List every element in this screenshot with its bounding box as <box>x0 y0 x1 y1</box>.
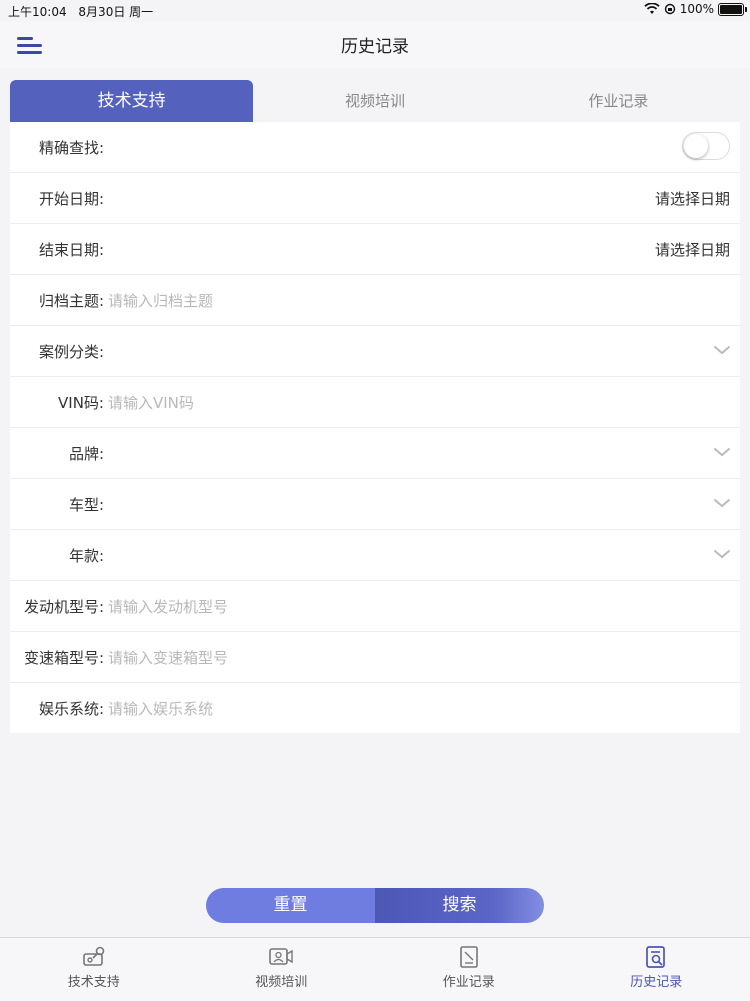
start-date-label: 开始日期: <box>10 188 104 209</box>
tabbar-label: 视频培训 <box>188 971 376 990</box>
tabbar-label: 技术支持 <box>0 971 188 990</box>
engine-model-input[interactable]: 请输入发动机型号 <box>108 596 228 617</box>
tab-tech-support[interactable]: 技术支持 <box>10 80 253 122</box>
tab-video-training[interactable]: 视频培训 <box>253 80 496 122</box>
chevron-down-icon[interactable] <box>712 445 732 459</box>
archive-subject-input[interactable]: 请输入归档主题 <box>108 290 213 311</box>
chevron-down-icon[interactable] <box>712 343 732 357</box>
chevron-down-icon[interactable] <box>712 496 732 510</box>
nav-bar: 历史记录 <box>0 22 750 68</box>
start-date-picker[interactable]: 请选择日期 <box>655 188 730 209</box>
orientation-lock-icon <box>664 3 676 15</box>
toggle-knob <box>684 134 708 158</box>
search-form: 精确查找: 开始日期: 请选择日期 结束日期: 请选择日期 归档主题: 请输入归… <box>10 122 740 733</box>
tabbar-item-history[interactable]: 历史记录 <box>563 938 750 1001</box>
tabbar-item-work-record[interactable]: 作业记录 <box>375 938 563 1001</box>
row-entertainment: 娱乐系统: 请输入娱乐系统 <box>10 683 740 733</box>
model-label: 车型: <box>10 494 104 515</box>
row-engine-model: 发动机型号: 请输入发动机型号 <box>10 581 740 632</box>
tabbar-item-video-training[interactable]: 视频培训 <box>188 938 376 1001</box>
end-date-picker[interactable]: 请选择日期 <box>655 239 730 260</box>
status-right: 100% <box>644 2 744 16</box>
row-case-category[interactable]: 案例分类: <box>10 326 740 377</box>
row-brand[interactable]: 品牌: <box>10 428 740 479</box>
row-end-date[interactable]: 结束日期: 请选择日期 <box>10 224 740 275</box>
tabbar-label: 历史记录 <box>563 971 750 990</box>
entertainment-label: 娱乐系统: <box>10 698 104 719</box>
battery-percent: 100% <box>680 2 714 16</box>
row-gearbox-model: 变速箱型号: 请输入变速箱型号 <box>10 632 740 683</box>
gearbox-model-input[interactable]: 请输入变速箱型号 <box>108 647 228 668</box>
entertainment-input[interactable]: 请输入娱乐系统 <box>108 698 213 719</box>
status-time: 上午10:04 <box>8 5 67 19</box>
tech-support-icon <box>82 946 106 968</box>
row-vin: VIN码: 请输入VIN码 <box>10 377 740 428</box>
status-date: 8月30日 周一 <box>78 5 153 19</box>
year-label: 年款: <box>10 545 104 566</box>
reset-button[interactable]: 重置 <box>206 888 375 923</box>
row-model[interactable]: 车型: <box>10 479 740 530</box>
work-record-icon <box>457 946 481 968</box>
archive-subject-label: 归档主题: <box>10 290 104 311</box>
video-training-icon <box>269 946 293 968</box>
bottom-tab-bar: 技术支持 视频培训 作业记录 历史记录 <box>0 937 750 1001</box>
row-archive-subject: 归档主题: 请输入归档主题 <box>10 275 740 326</box>
row-exact-search: 精确查找: <box>10 122 740 173</box>
gearbox-model-label: 变速箱型号: <box>10 647 104 668</box>
exact-search-label: 精确查找: <box>10 137 104 158</box>
history-icon <box>644 946 668 968</box>
tabbar-item-tech-support[interactable]: 技术支持 <box>0 938 188 1001</box>
row-year[interactable]: 年款: <box>10 530 740 581</box>
action-buttons: 重置 搜索 <box>206 888 544 923</box>
page-title: 历史记录 <box>0 32 750 57</box>
battery-icon <box>718 3 744 16</box>
chevron-down-icon[interactable] <box>712 547 732 561</box>
tabbar-label: 作业记录 <box>375 971 563 990</box>
vin-label: VIN码: <box>10 392 104 413</box>
end-date-label: 结束日期: <box>10 239 104 260</box>
engine-model-label: 发动机型号: <box>10 596 104 617</box>
search-button[interactable]: 搜索 <box>375 888 544 923</box>
vin-input[interactable]: 请输入VIN码 <box>108 392 194 413</box>
row-start-date[interactable]: 开始日期: 请选择日期 <box>10 173 740 224</box>
case-category-label: 案例分类: <box>10 341 104 362</box>
status-left: 上午10:04 8月30日 周一 <box>8 3 161 20</box>
tab-work-record[interactable]: 作业记录 <box>497 80 740 122</box>
status-bar: 上午10:04 8月30日 周一 100% <box>0 0 750 22</box>
brand-label: 品牌: <box>10 443 104 464</box>
exact-search-toggle[interactable] <box>682 132 730 160</box>
wifi-icon <box>644 3 660 15</box>
top-tabs: 技术支持 视频培训 作业记录 <box>10 80 740 122</box>
